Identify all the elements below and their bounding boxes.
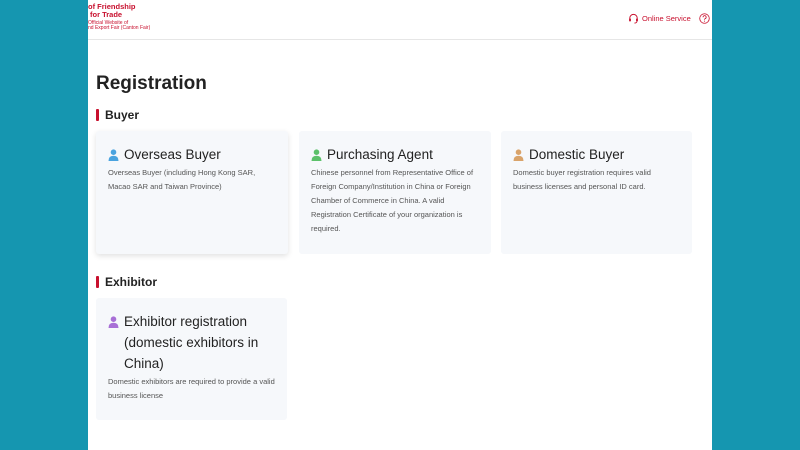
buyer-section-title: Buyer <box>96 108 139 122</box>
card-description: Chinese personnel from Representative Of… <box>311 168 474 233</box>
domestic-buyer-card[interactable]: Domestic Buyer Domestic buyer registrati… <box>501 131 692 254</box>
user-icon <box>108 316 119 328</box>
exhibitor-section-label: Exhibitor <box>105 275 158 289</box>
section-accent-bar <box>96 109 99 121</box>
card-header: Domestic Buyer <box>513 147 680 165</box>
card-title: Domestic Buyer <box>529 147 625 162</box>
exhibitor-section-title: Exhibitor <box>96 275 157 289</box>
page-title: Registration <box>96 73 207 94</box>
section-accent-bar <box>96 276 99 288</box>
card-title: Exhibitor registration (domestic exhibit… <box>124 314 259 371</box>
buyer-section-label: Buyer <box>105 108 140 122</box>
user-icon <box>513 149 524 161</box>
card-header: Overseas Buyer <box>108 147 276 165</box>
online-service-label: Online Service <box>642 14 691 23</box>
online-service-link[interactable]: Online Service <box>628 13 691 24</box>
logo-line-4: nd Export Fair (Canton Fair) <box>88 25 151 31</box>
card-header: Purchasing Agent <box>311 147 479 165</box>
logo-line-2: for Trade <box>90 9 123 19</box>
card-title: Purchasing Agent <box>327 147 433 162</box>
card-title: Overseas Buyer <box>124 147 221 162</box>
card-description: Domestic exhibitors are required to prov… <box>108 377 275 400</box>
card-description: Domestic buyer registration requires val… <box>513 168 651 191</box>
help-icon[interactable] <box>699 13 710 24</box>
card-header: Exhibitor registration (domestic exhibit… <box>108 314 275 374</box>
purchasing-agent-card[interactable]: Purchasing Agent Chinese personnel from … <box>299 131 491 254</box>
site-logo[interactable]: of Friendship for Trade Official Website… <box>88 3 150 31</box>
user-icon <box>108 149 119 161</box>
exhibitor-registration-card[interactable]: Exhibitor registration (domestic exhibit… <box>96 298 287 420</box>
top-bar: of Friendship for Trade Official Website… <box>88 0 712 40</box>
overseas-buyer-card[interactable]: Overseas Buyer Overseas Buyer (including… <box>96 131 288 254</box>
user-icon <box>311 149 322 161</box>
card-description: Overseas Buyer (including Hong Kong SAR,… <box>108 168 256 191</box>
registration-page: of Friendship for Trade Official Website… <box>88 0 712 450</box>
headset-icon <box>629 13 638 24</box>
